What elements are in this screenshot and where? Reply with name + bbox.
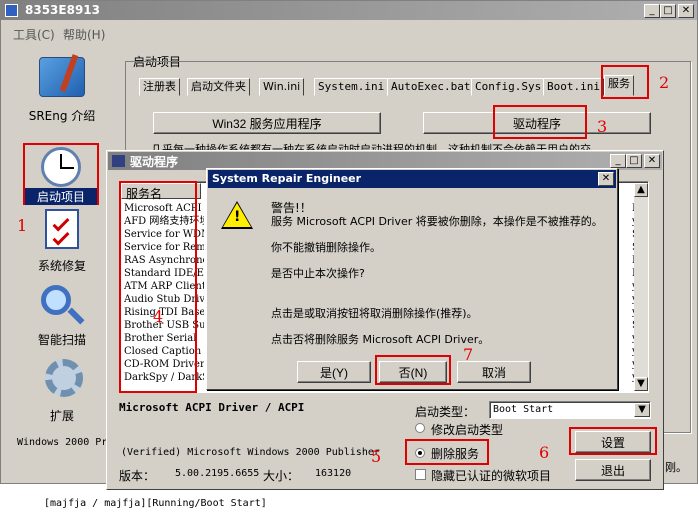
annotation-6: 6 bbox=[539, 443, 550, 462]
dialog-line-2: 你不能撤销删除操作。 bbox=[271, 241, 381, 254]
yes-button[interactable]: 是(Y) bbox=[297, 361, 371, 383]
tab-autoexec[interactable]: AutoExec.bat bbox=[387, 78, 475, 96]
status-right-fragment: 刚。 bbox=[665, 461, 687, 474]
annotation-1: 1 bbox=[17, 216, 28, 235]
annotation-2: 2 bbox=[659, 73, 670, 92]
annotation-box-6 bbox=[569, 427, 657, 455]
bottom-status-fragment: [majfja / majfja][Running/Boot Start] bbox=[44, 498, 267, 509]
selected-service-name: Microsoft ACPI Driver / ACPI bbox=[119, 401, 305, 414]
hide-ms-checkbox[interactable] bbox=[415, 469, 426, 480]
start-type-label: 启动类型： bbox=[415, 405, 476, 419]
dialog-title: System Repair Engineer bbox=[212, 172, 362, 185]
list-scrollbar[interactable]: ▲ ▼ bbox=[634, 183, 648, 391]
driver-maximize-button[interactable]: □ bbox=[626, 154, 642, 168]
main-titlebar[interactable]: 8353E8913 _ □ ✕ bbox=[1, 1, 697, 20]
dialog-line-4: 点击是或取消按钮将取消删除操作(推荐)。 bbox=[271, 307, 478, 320]
driver-window-icon bbox=[112, 155, 125, 167]
tab-boot-ini[interactable]: Boot.ini bbox=[543, 78, 604, 96]
sidebar-item-startup[interactable]: 启动项目 bbox=[23, 143, 99, 205]
driver-minimize-button[interactable]: _ bbox=[610, 154, 626, 168]
hide-ms-label: 隐藏已认证的微软项目 bbox=[431, 469, 552, 483]
annotation-5: 5 bbox=[371, 447, 382, 466]
sidebar-label-repair: 系统修复 bbox=[37, 259, 86, 273]
dialog-close-button[interactable]: ✕ bbox=[598, 172, 614, 186]
menu-tools[interactable]: 工具(C) bbox=[13, 26, 55, 43]
win32-services-button[interactable]: Win32 服务应用程序 bbox=[153, 112, 381, 134]
exit-button[interactable]: 退出 bbox=[575, 459, 651, 481]
sidebar-label-intro: SREng 介绍 bbox=[28, 109, 96, 123]
start-type-value: Boot Start bbox=[493, 404, 554, 415]
gear-icon bbox=[45, 359, 83, 397]
close-button[interactable]: ✕ bbox=[678, 4, 694, 18]
menu-help[interactable]: 帮助(H) bbox=[63, 26, 105, 43]
start-type-select[interactable]: Boot Start ▼ bbox=[489, 401, 651, 419]
magnifier-icon bbox=[41, 285, 71, 315]
sidebar-item-intro[interactable]: SREng 介绍 bbox=[7, 53, 117, 123]
sidebar-item-extend[interactable]: 扩展 bbox=[7, 357, 117, 423]
annotation-box-2 bbox=[601, 65, 649, 99]
annotation-4: 4 bbox=[153, 307, 164, 326]
version-label: 版本： bbox=[119, 469, 156, 483]
radio-modify-label: 修改启动类型 bbox=[431, 423, 504, 437]
dialog-line-1: 服务 Microsoft ACPI Driver 将要被你删除，本操作是不被推荐… bbox=[271, 215, 603, 228]
sidebar-label-startup: 启动项目 bbox=[25, 188, 97, 205]
size-label: 大小： bbox=[263, 469, 300, 483]
size-value: 163120 bbox=[315, 468, 352, 479]
dialog-titlebar[interactable]: System Repair Engineer ✕ bbox=[208, 170, 616, 188]
annotation-box-4 bbox=[119, 181, 197, 393]
toolbox-icon bbox=[39, 54, 85, 97]
checklist-icon bbox=[45, 209, 79, 249]
scroll-up-button[interactable]: ▲ bbox=[634, 183, 648, 197]
publisher-text: (Verified) Microsoft Windows 2000 Publis… bbox=[121, 447, 380, 458]
tab-startup-folder[interactable]: 启动文件夹 bbox=[187, 78, 250, 96]
tab-system-ini[interactable]: System.ini bbox=[314, 78, 389, 96]
sidebar-label-extend: 扩展 bbox=[49, 409, 74, 423]
dialog-line-5: 点击否将删除服务 Microsoft ACPI Driver。 bbox=[271, 333, 490, 346]
sidebar-label-scan: 智能扫描 bbox=[37, 333, 86, 347]
chevron-down-icon[interactable]: ▼ bbox=[634, 403, 650, 417]
maximize-button[interactable]: □ bbox=[660, 4, 676, 18]
main-title: 8353E8913 bbox=[25, 3, 100, 17]
warning-icon: ! bbox=[221, 201, 253, 229]
sidebar-item-scan[interactable]: 智能扫描 bbox=[7, 283, 117, 349]
sidebar: SREng 介绍 启动项目 系统修复 智能扫描 扩展 bbox=[7, 47, 117, 427]
status-text: Windows 2000 Pr bbox=[17, 437, 108, 448]
scroll-down-button[interactable]: ▼ bbox=[634, 377, 648, 391]
tab-win-ini[interactable]: Win.ini bbox=[259, 78, 305, 96]
tab-registry[interactable]: 注册表 bbox=[139, 78, 180, 96]
clock-icon bbox=[41, 147, 81, 187]
radio-modify[interactable] bbox=[415, 423, 425, 433]
dialog-line-3: 是否中止本次操作? bbox=[271, 267, 365, 280]
confirm-dialog: System Repair Engineer ✕ ! 警告!！ 服务 Micro… bbox=[206, 168, 618, 390]
cancel-button[interactable]: 取消 bbox=[457, 361, 531, 383]
app-icon bbox=[5, 4, 18, 17]
tab-config-sys[interactable]: Config.Sys bbox=[471, 78, 546, 96]
annotation-7: 7 bbox=[463, 345, 474, 364]
version-value: 5.00.2195.6655 bbox=[175, 468, 260, 479]
annotation-box-3 bbox=[493, 105, 587, 139]
annotation-box-7 bbox=[375, 355, 451, 385]
annotation-box-5 bbox=[405, 439, 489, 465]
minimize-button[interactable]: _ bbox=[644, 4, 660, 18]
driver-window-title: 驱动程序 bbox=[130, 155, 179, 169]
driver-close-button[interactable]: ✕ bbox=[644, 154, 660, 168]
annotation-3: 3 bbox=[597, 117, 608, 136]
